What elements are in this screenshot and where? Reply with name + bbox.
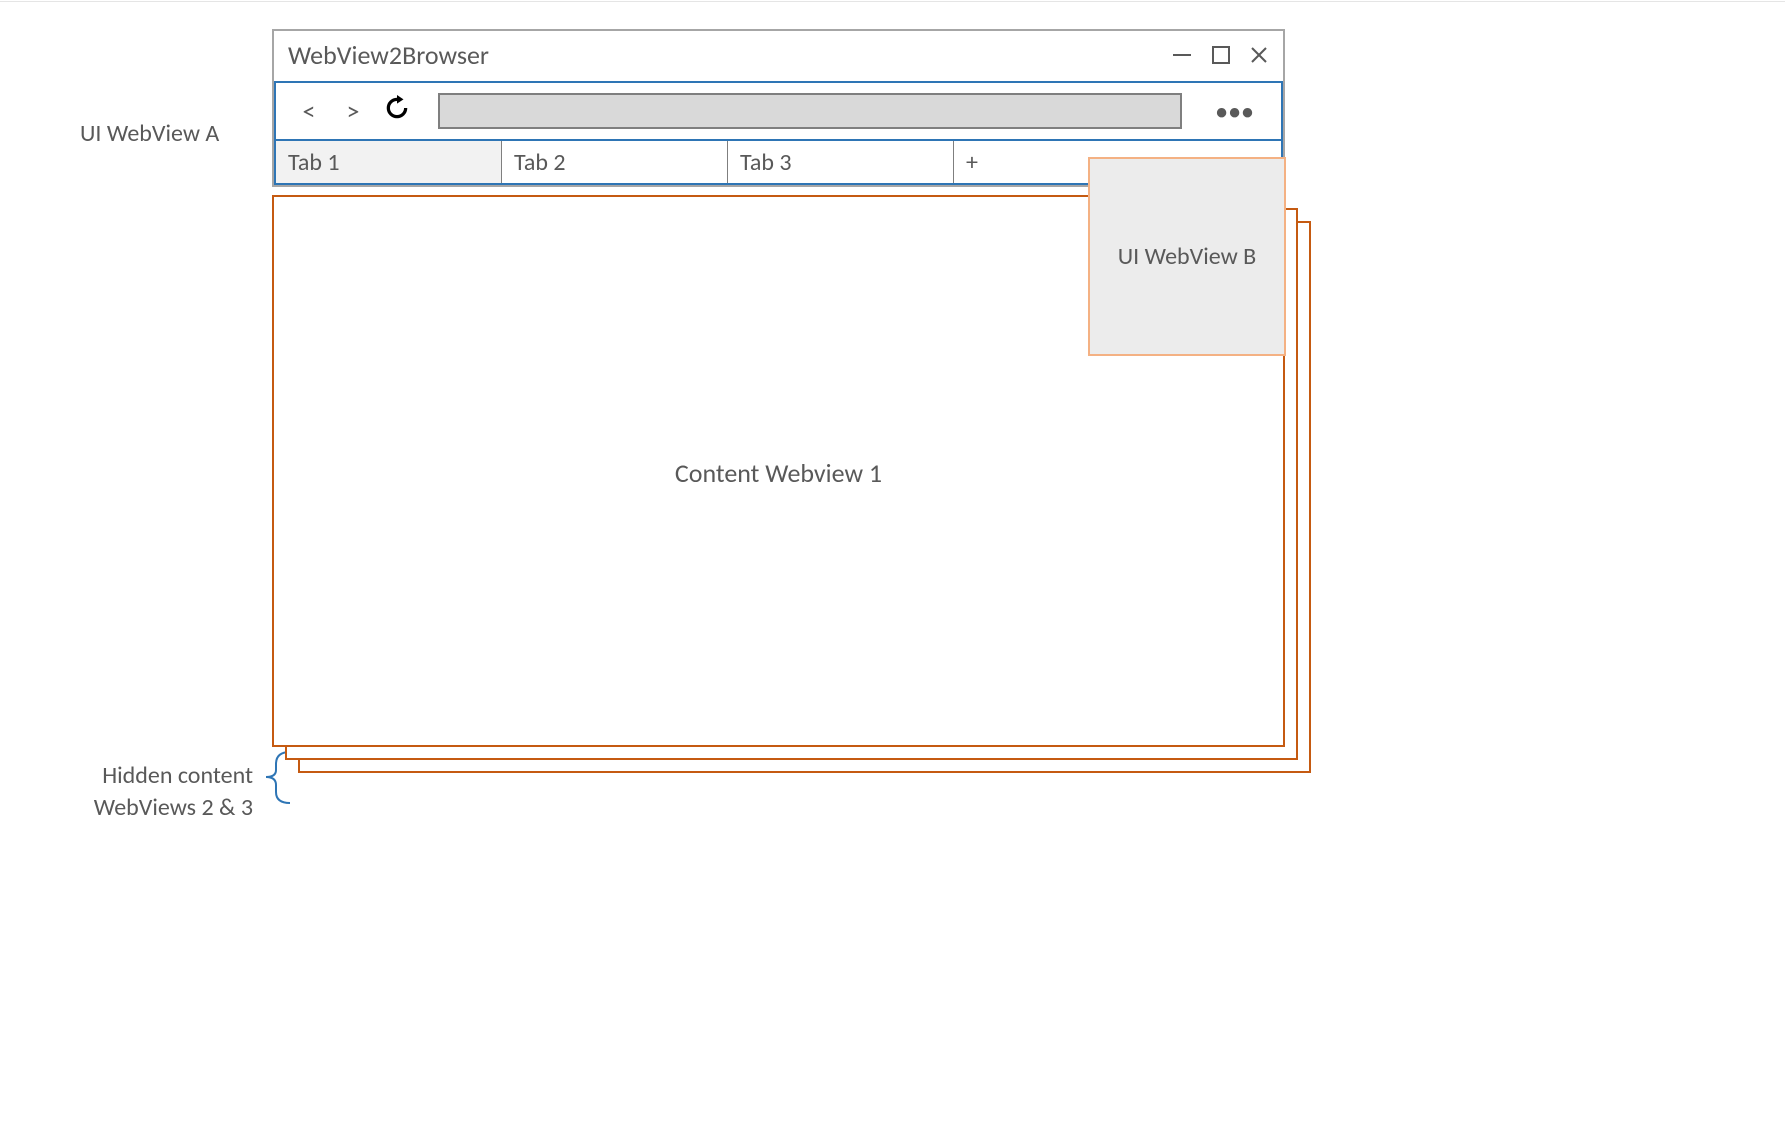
tab-label: Tab 1: [288, 148, 340, 177]
ui-webview-b-panel: UI WebView B: [1088, 157, 1286, 356]
label-hidden-content-line1: Hidden content: [102, 761, 253, 790]
maximize-icon[interactable]: [1211, 45, 1231, 65]
tab-1[interactable]: Tab 1: [276, 141, 502, 183]
reload-icon[interactable]: [384, 95, 410, 128]
diagram-canvas: UI WebView A Hidden content WebViews 2 &…: [0, 0, 1785, 1121]
minimize-icon[interactable]: [1171, 44, 1193, 66]
tab-label: Tab 3: [740, 148, 792, 177]
label-ui-webview-a: UI WebView A: [80, 119, 219, 148]
tab-2[interactable]: Tab 2: [502, 141, 728, 183]
toolbar: < > •••: [274, 83, 1283, 141]
forward-button[interactable]: >: [340, 95, 366, 127]
titlebar: WebView2Browser: [274, 31, 1283, 81]
plus-icon: +: [966, 148, 978, 177]
tab-3[interactable]: Tab 3: [728, 141, 954, 183]
tab-label: Tab 2: [514, 148, 566, 177]
page-top-rule: [0, 0, 1785, 2]
content-webview-1-label: Content Webview 1: [274, 457, 1283, 489]
address-bar[interactable]: [438, 93, 1182, 129]
new-tab-button[interactable]: +: [954, 141, 1084, 183]
label-hidden-content: Hidden content WebViews 2 & 3: [53, 760, 253, 825]
ui-webview-b-label: UI WebView B: [1118, 242, 1256, 271]
close-icon[interactable]: [1249, 45, 1269, 65]
back-button[interactable]: <: [296, 95, 322, 127]
window-title: WebView2Browser: [288, 39, 489, 71]
label-hidden-content-line2: WebViews 2 & 3: [94, 793, 253, 822]
more-options-icon[interactable]: •••: [1210, 98, 1261, 125]
